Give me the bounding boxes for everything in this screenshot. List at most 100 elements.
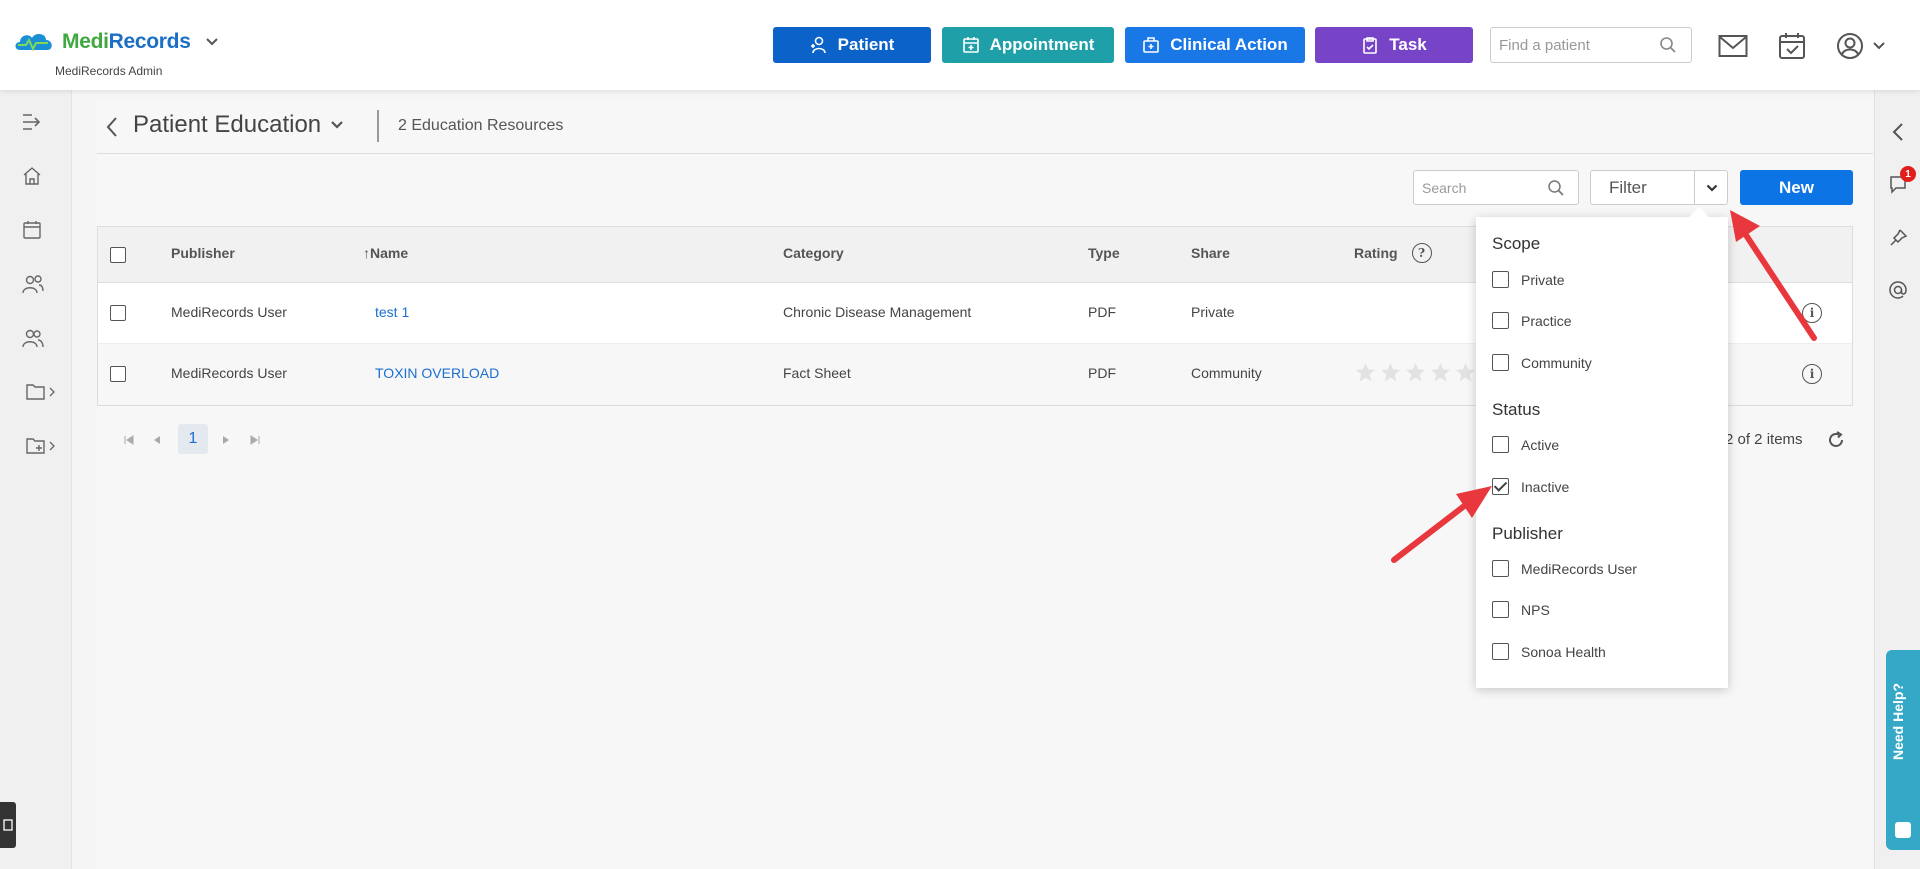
filter-option-label: Practice — [1521, 312, 1572, 329]
filter-option-community[interactable]: Community — [1492, 354, 1592, 371]
chevron-down-icon — [1873, 42, 1885, 50]
user-avatar-icon — [1837, 33, 1863, 59]
star-icon[interactable] — [1405, 362, 1426, 383]
refresh-icon[interactable] — [1827, 431, 1845, 449]
checkbox[interactable] — [1492, 601, 1509, 618]
resource-count: 2 Education Resources — [398, 117, 564, 134]
row-checkbox[interactable] — [110, 366, 126, 382]
column-category[interactable]: Category — [783, 245, 844, 261]
last-page-icon[interactable] — [250, 435, 260, 445]
row-share: Private — [1191, 304, 1235, 320]
need-help-tab[interactable]: Need Help? — [1886, 650, 1920, 850]
search-input[interactable] — [1422, 179, 1547, 196]
rating-stars[interactable] — [1355, 362, 1476, 383]
filter-option-practice[interactable]: Practice — [1492, 312, 1572, 329]
publisher-heading: Publisher — [1492, 524, 1563, 543]
row-checkbox[interactable] — [110, 305, 126, 321]
folder-icon[interactable] — [26, 376, 58, 408]
app-logo[interactable]: MediRecords — [12, 30, 219, 54]
select-all-checkbox[interactable] — [110, 247, 126, 263]
back-arrow-icon[interactable] — [105, 116, 119, 138]
find-patient-input[interactable] — [1499, 36, 1659, 54]
column-publisher[interactable]: Publisher — [171, 245, 235, 261]
checkbox[interactable] — [1492, 560, 1509, 577]
scope-heading: Scope — [1492, 234, 1541, 253]
patients-icon[interactable] — [22, 268, 54, 300]
row-type: PDF — [1088, 365, 1116, 381]
row-category: Fact Sheet — [783, 365, 851, 381]
filter-option-label: Active — [1521, 436, 1560, 453]
checkbox[interactable] — [1492, 271, 1509, 288]
filter-option-sonoa-health[interactable]: Sonoa Health — [1492, 643, 1606, 660]
chevron-down-icon[interactable] — [330, 120, 344, 130]
calendar-icon[interactable] — [22, 214, 54, 246]
page-number-current[interactable]: 1 — [178, 424, 208, 454]
column-rating[interactable]: Rating ? — [1354, 243, 1432, 263]
checkbox[interactable] — [1492, 354, 1509, 371]
first-page-icon[interactable] — [124, 435, 134, 445]
folder-add-icon[interactable] — [26, 430, 58, 462]
filter-option-label: Inactive — [1521, 478, 1570, 495]
filter-option-active[interactable]: Active — [1492, 436, 1559, 453]
checkbox-checked[interactable] — [1492, 478, 1509, 495]
info-icon[interactable]: i — [1802, 364, 1822, 384]
appointment-button-label: Appointment — [989, 35, 1095, 54]
side-panel-tab[interactable] — [0, 802, 16, 848]
new-button[interactable]: New — [1740, 170, 1853, 205]
expand-menu-icon[interactable] — [22, 106, 54, 138]
appointment-button[interactable]: Appointment — [942, 27, 1114, 63]
calendar-check-icon[interactable] — [1776, 30, 1808, 62]
filter-option-nps[interactable]: NPS — [1492, 601, 1550, 618]
users-icon[interactable] — [22, 322, 54, 354]
home-icon[interactable] — [22, 160, 54, 192]
search-icon[interactable] — [1547, 179, 1565, 197]
patient-button[interactable]: Patient — [773, 27, 931, 63]
checkbox[interactable] — [1492, 643, 1509, 660]
logo-text-medi: Medi — [62, 30, 109, 53]
star-icon[interactable] — [1355, 362, 1376, 383]
row-name-link[interactable]: TOXIN OVERLOAD — [375, 365, 499, 381]
filter-option-medirecords-user[interactable]: MediRecords User — [1492, 560, 1637, 577]
filter-select[interactable]: Filter — [1590, 170, 1728, 205]
sort-up-icon: ↑ — [363, 245, 370, 261]
search-icon[interactable] — [1659, 36, 1677, 54]
find-patient-field[interactable] — [1490, 27, 1692, 63]
filter-dropdown-toggle[interactable] — [1694, 171, 1728, 204]
prev-page-icon[interactable] — [153, 435, 161, 445]
pin-icon[interactable] — [1886, 226, 1910, 250]
column-share[interactable]: Share — [1191, 245, 1230, 261]
filter-option-label: Private — [1521, 271, 1565, 288]
info-icon[interactable]: i — [1802, 303, 1822, 323]
top-header: MediRecords MediRecords Admin Patient Ap… — [0, 0, 1920, 90]
cloud-logo-icon — [15, 34, 52, 52]
filter-option-private[interactable]: Private — [1492, 271, 1565, 288]
star-icon[interactable] — [1430, 362, 1451, 383]
row-category: Chronic Disease Management — [783, 304, 972, 320]
checkbox[interactable] — [1492, 312, 1509, 329]
column-name[interactable]: ↑Name — [363, 245, 408, 261]
dropdown-pointer — [1688, 207, 1710, 218]
chat-notification[interactable]: 1 — [1886, 166, 1916, 196]
divider — [377, 110, 379, 142]
checkbox[interactable] — [1492, 436, 1509, 453]
star-icon[interactable] — [1380, 362, 1401, 383]
filter-option-inactive[interactable]: Inactive — [1492, 478, 1569, 495]
chevron-left-icon[interactable] — [1886, 120, 1910, 144]
page-title[interactable]: Patient Education — [133, 111, 321, 139]
chevron-down-icon[interactable] — [205, 37, 219, 47]
tray-icon — [3, 819, 13, 831]
user-menu[interactable] — [1836, 30, 1890, 62]
row-name-link[interactable]: test 1 — [375, 304, 409, 320]
row-share: Community — [1191, 365, 1262, 381]
mail-icon[interactable] — [1717, 30, 1749, 62]
need-help-label: Need Help? — [1890, 682, 1906, 760]
help-icon[interactable]: ? — [1411, 243, 1432, 263]
clinical-action-button[interactable]: Clinical Action — [1125, 27, 1305, 63]
column-type[interactable]: Type — [1088, 245, 1120, 261]
chat-bubble-icon — [1895, 822, 1911, 838]
next-page-icon[interactable] — [222, 435, 230, 445]
star-icon[interactable] — [1455, 362, 1476, 383]
at-sign-icon[interactable] — [1886, 278, 1910, 302]
task-button[interactable]: Task — [1315, 27, 1473, 63]
search-field[interactable] — [1413, 170, 1579, 205]
